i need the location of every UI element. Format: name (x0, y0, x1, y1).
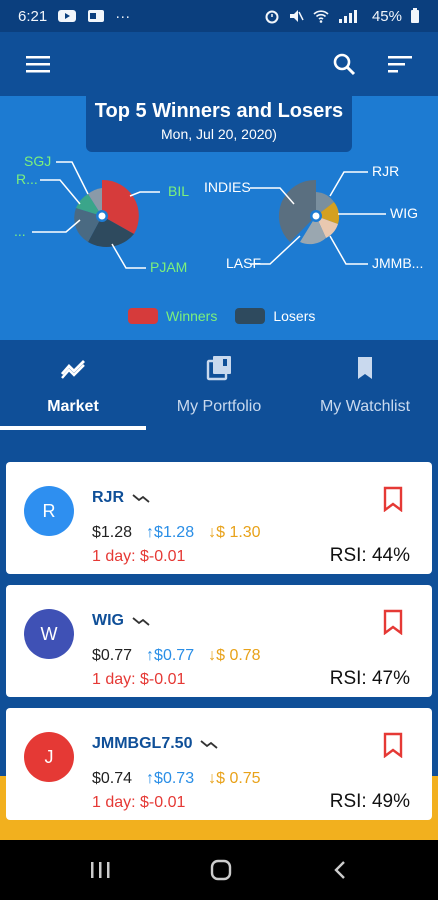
status-more: ··· (115, 7, 131, 25)
stock-symbol-text: JMMBGL7.50 (92, 735, 193, 752)
stock-symbol[interactable]: WIG (92, 612, 150, 630)
losers-label: JMMB... (372, 255, 423, 271)
search-button[interactable] (326, 46, 362, 82)
day-change: 1 day: $-0.01 (92, 548, 186, 565)
chart-legend: Winners Losers (128, 308, 315, 324)
price-row: $1.28 ↑$1.28 ↓$ 1.30 (92, 524, 261, 542)
stock-card[interactable]: R RJR $1.28 ↑$1.28 ↓$ 1.30 1 day: $-0.01… (6, 462, 432, 574)
search-icon (333, 53, 356, 76)
app-bar (0, 32, 438, 96)
status-time: 6:21 (18, 7, 48, 25)
outlook-icon (88, 10, 105, 22)
ask-price: ↓$ 0.78 (208, 647, 261, 664)
home-icon[interactable] (209, 858, 233, 882)
losers-label: RJR (372, 163, 399, 179)
avatar: W (24, 609, 74, 659)
banner-date: Mon, Jul 20, 2020) (161, 126, 277, 142)
bid-price: ↑$0.77 (146, 647, 195, 664)
tab-my-watchlist-label: My Watchlist (319, 398, 411, 415)
current-price: $0.74 (92, 770, 133, 787)
back-icon[interactable] (331, 859, 349, 881)
winners-label: ... (14, 223, 26, 239)
battery-percent: 45% (371, 7, 402, 25)
portfolio-icon (206, 356, 231, 381)
bookmark-button[interactable] (382, 486, 404, 512)
ask-price: ↓$ 0.75 (208, 770, 261, 787)
menu-button[interactable] (20, 46, 56, 82)
trending-down-icon (132, 494, 150, 503)
alarm-icon (265, 10, 279, 24)
stock-card[interactable]: W WIG $0.77 ↑$0.77 ↓$ 0.78 1 day: $-0.01… (6, 585, 432, 697)
stock-symbol-text: RJR (92, 489, 125, 506)
current-price: $1.28 (92, 524, 133, 541)
bid-price: ↑$0.73 (146, 770, 195, 787)
bookmark-button[interactable] (382, 609, 404, 635)
wifi-icon (313, 10, 329, 23)
winners-losers-banner[interactable]: SGJ R... ... BIL PJAM INDIES LASF RJR WI… (0, 96, 438, 340)
losers-label: INDIES (204, 179, 251, 195)
banner-title-box: Top 5 Winners and Losers Mon, Jul 20, 20… (86, 96, 352, 152)
day-change: 1 day: $-0.01 (92, 794, 186, 811)
rsi-value: RSI: 47% (329, 668, 410, 689)
legend-losers: Losers (273, 308, 316, 324)
losers-label: LASF (226, 255, 261, 271)
current-price: $0.77 (92, 647, 133, 664)
bid-price: ↑$1.28 (146, 524, 195, 541)
tab-market-label: Market (47, 398, 99, 415)
recent-apps-icon[interactable] (89, 860, 111, 880)
tab-my-watchlist[interactable]: My Watchlist (292, 340, 438, 430)
winners-swatch (128, 308, 158, 324)
losers-label: WIG (390, 205, 418, 221)
rsi-value: RSI: 49% (329, 791, 410, 812)
ask-price: ↓$ 1.30 (208, 524, 261, 541)
losers-swatch (235, 308, 266, 324)
price-row: $0.74 ↑$0.73 ↓$ 0.75 (92, 770, 261, 788)
stock-symbol[interactable]: JMMBGL7.50 (92, 735, 219, 753)
stock-symbol[interactable]: RJR (92, 489, 150, 507)
losers-pie (278, 179, 340, 245)
signal-icon (338, 10, 357, 23)
youtube-icon (58, 10, 77, 22)
status-bar: 6:21 ··· 45% (0, 0, 438, 32)
mute-icon (289, 10, 304, 22)
winners-label: R... (16, 171, 38, 187)
battery-icon (411, 8, 419, 23)
winners-label: BIL (168, 183, 189, 199)
sort-button[interactable] (382, 46, 418, 82)
bookmark-button[interactable] (382, 732, 404, 758)
system-nav-bar (0, 840, 438, 900)
banner-title: Top 5 Winners and Losers (94, 100, 344, 122)
legend-winners: Winners (166, 308, 218, 324)
stock-list[interactable]: R RJR $1.28 ↑$1.28 ↓$ 1.30 1 day: $-0.01… (0, 430, 438, 840)
tab-my-portfolio-label: My Portfolio (176, 398, 262, 415)
tab-my-portfolio[interactable]: My Portfolio (146, 340, 292, 430)
winners-pie (74, 179, 139, 248)
tab-market[interactable]: Market (0, 340, 146, 430)
day-change: 1 day: $-0.01 (92, 671, 186, 688)
stock-card[interactable]: J JMMBGL7.50 $0.74 ↑$0.73 ↓$ 0.75 1 day:… (6, 708, 432, 820)
stock-symbol-text: WIG (92, 612, 124, 629)
hamburger-icon (26, 56, 50, 73)
avatar: R (24, 486, 74, 536)
trending-icon (60, 360, 85, 379)
trending-down-icon (200, 740, 219, 749)
price-row: $0.77 ↑$0.77 ↓$ 0.78 (92, 647, 261, 665)
rsi-value: RSI: 44% (329, 545, 410, 566)
winners-label: SGJ (24, 153, 51, 169)
winners-label: PJAM (150, 259, 187, 275)
tab-bar: Market My Portfolio My Watchlist (0, 340, 438, 430)
bookmark-icon (358, 357, 372, 379)
sort-icon (388, 56, 412, 73)
trending-down-icon (132, 617, 150, 626)
avatar: J (24, 732, 74, 782)
